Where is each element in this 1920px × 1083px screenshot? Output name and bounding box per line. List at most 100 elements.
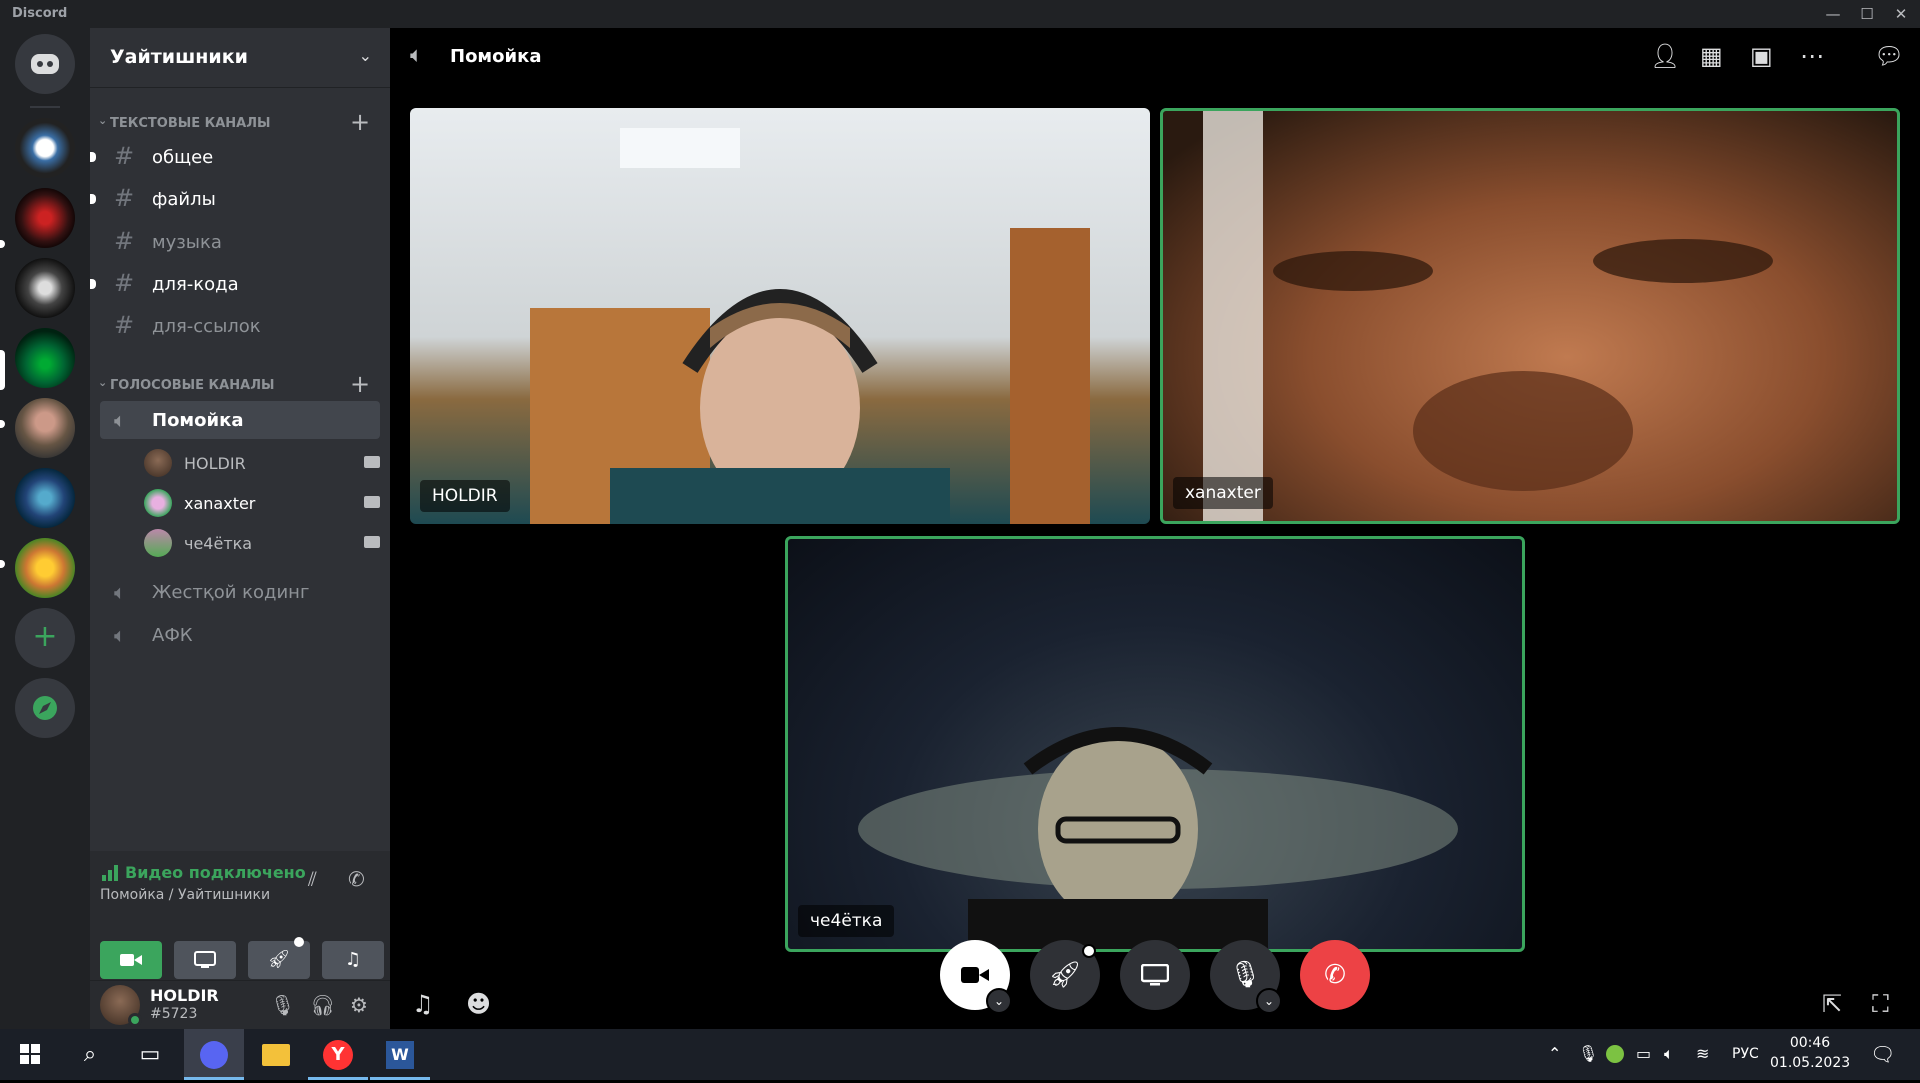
add-server-icon[interactable]: + bbox=[15, 608, 75, 668]
discord-icon bbox=[200, 1041, 228, 1069]
online-status-badge bbox=[128, 1013, 142, 1027]
selected-pill bbox=[0, 350, 5, 390]
search-button[interactable]: ⌕ bbox=[60, 1029, 120, 1080]
notifications-icon[interactable]: 🗨︎ bbox=[1870, 1042, 1895, 1066]
clock[interactable]: 00:46 01.05.2023 bbox=[1770, 1035, 1850, 1071]
app-name: Discord bbox=[12, 6, 68, 21]
collapse-arrow-icon: ⌄ bbox=[98, 114, 108, 127]
camera-icon bbox=[364, 536, 380, 548]
channel-item[interactable]: # для-ссылок bbox=[100, 307, 380, 345]
home-button[interactable] bbox=[15, 34, 75, 94]
explore-button[interactable] bbox=[15, 678, 75, 738]
hash-icon: # bbox=[114, 311, 135, 339]
avatar bbox=[144, 489, 172, 517]
camera-icon bbox=[364, 496, 380, 508]
camera-icon bbox=[120, 954, 142, 966]
disconnect-icon[interactable]: ✆ bbox=[348, 867, 365, 891]
chevron-down-icon: ⌄ bbox=[358, 46, 372, 65]
tile-name-tag: xanaxter bbox=[1173, 477, 1273, 509]
voice-user[interactable]: че4ётка bbox=[144, 524, 380, 560]
channel-item[interactable]: # для-кода bbox=[90, 265, 380, 303]
channel-header: 🔈︎ Помойка 👤︎ ▦ ▣ ⋯ 💬︎ bbox=[390, 28, 1920, 86]
app-tray-icon[interactable] bbox=[1606, 1045, 1624, 1063]
screen-share-button[interactable] bbox=[1120, 940, 1190, 1010]
microphone-button[interactable]: 🎙︎ ⌄ bbox=[1210, 940, 1282, 1014]
unread-indicator bbox=[90, 194, 96, 204]
disconnect-button[interactable]: ✆ bbox=[1300, 940, 1370, 1010]
gear-icon[interactable]: ⚙ bbox=[350, 993, 368, 1017]
video-feed bbox=[1203, 111, 1773, 521]
category-voice[interactable]: ⌄ Голосовые каналы + bbox=[90, 370, 390, 398]
fullscreen-icon[interactable]: ⛶ bbox=[1872, 990, 1889, 1018]
chevron-down-icon[interactable]: ⌄ bbox=[1256, 988, 1282, 1014]
word-icon: W bbox=[386, 1041, 414, 1069]
channel-item[interactable]: # общее bbox=[90, 138, 380, 176]
layout-grid-icon[interactable]: ▦ bbox=[1700, 42, 1723, 70]
screen-share-button[interactable] bbox=[174, 941, 236, 979]
popout-icon[interactable]: ⇱ bbox=[1822, 990, 1842, 1018]
server-icon-2[interactable] bbox=[15, 188, 75, 248]
server-icon-4[interactable] bbox=[15, 328, 75, 388]
add-channel-icon[interactable]: + bbox=[350, 108, 370, 136]
inbox-icon[interactable]: ▣ bbox=[1750, 42, 1773, 70]
camera-toggle-button[interactable]: ⌄ bbox=[940, 940, 1012, 1014]
taskbar-app-yandex[interactable]: Y bbox=[308, 1029, 368, 1080]
microphone-icon[interactable]: 🎙︎ bbox=[270, 993, 295, 1017]
maximize-button[interactable]: ☐ bbox=[1852, 2, 1882, 26]
clock-date: 01.05.2023 bbox=[1770, 1055, 1851, 1071]
soundboard-button[interactable]: ♫ bbox=[322, 941, 384, 979]
headphones-icon[interactable]: 🎧︎ bbox=[310, 993, 335, 1017]
soundboard-icon[interactable]: ♫ bbox=[412, 990, 434, 1018]
taskbar-app-discord[interactable] bbox=[184, 1029, 244, 1080]
emoji-icon[interactable]: ☻ bbox=[466, 990, 491, 1018]
channel-name: файлы bbox=[152, 189, 216, 210]
wifi-icon[interactable]: ≋ bbox=[1696, 1044, 1709, 1063]
category-text[interactable]: ⌄ Текстовые каналы + bbox=[90, 108, 390, 136]
channel-item[interactable]: # файлы bbox=[90, 180, 380, 218]
server-icon-7[interactable] bbox=[15, 538, 75, 598]
video-tile[interactable]: xanaxter bbox=[1160, 108, 1900, 524]
voice-channel[interactable]: 🔈︎ АФК bbox=[100, 616, 380, 654]
camera-button[interactable] bbox=[100, 941, 162, 979]
video-tile[interactable]: HOLDIR bbox=[410, 108, 1150, 524]
microphone-tray-icon[interactable]: 🎙︎ bbox=[1578, 1044, 1598, 1063]
collapse-arrow-icon: ⌄ bbox=[98, 376, 108, 389]
activity-button[interactable]: 🚀︎ bbox=[1030, 940, 1100, 1010]
video-feed bbox=[530, 128, 1090, 524]
server-icon-1[interactable] bbox=[15, 118, 75, 178]
tray-expand-icon[interactable]: ⌃ bbox=[1548, 1044, 1561, 1063]
noise-suppression-icon[interactable]: ⫽ bbox=[308, 867, 317, 891]
server-icon-3[interactable] bbox=[15, 258, 75, 318]
video-tile[interactable]: че4ётка bbox=[785, 536, 1525, 952]
server-icon-6[interactable] bbox=[15, 468, 75, 528]
close-button[interactable]: ✕ bbox=[1886, 2, 1916, 26]
volume-icon[interactable]: 🔈︎ bbox=[1664, 1044, 1674, 1064]
start-button[interactable] bbox=[0, 1029, 60, 1080]
channel-title: Помойка bbox=[450, 46, 542, 67]
channel-name: Жестқой кодинг bbox=[152, 582, 310, 603]
voice-channel[interactable]: 🔈︎ Жестқой кодинг bbox=[100, 573, 380, 611]
activity-button[interactable]: 🚀︎ bbox=[248, 937, 310, 979]
more-options-icon[interactable]: ⋯ bbox=[1800, 42, 1824, 70]
server-rail: + bbox=[0, 28, 90, 1029]
channel-item[interactable]: # музыка bbox=[100, 223, 380, 261]
hash-icon: # bbox=[114, 227, 135, 255]
add-user-icon[interactable]: 👤︎ bbox=[1650, 42, 1680, 70]
taskbar-app-word[interactable]: W bbox=[370, 1029, 430, 1080]
task-view-button[interactable]: ▭ bbox=[120, 1029, 180, 1080]
battery-icon[interactable]: ▭ bbox=[1636, 1044, 1651, 1063]
taskbar-app-explorer[interactable] bbox=[246, 1029, 306, 1080]
unread-pill bbox=[0, 560, 5, 568]
server-icon-5[interactable] bbox=[15, 398, 75, 458]
video-feed bbox=[858, 727, 1458, 949]
minimize-button[interactable]: — bbox=[1818, 2, 1848, 26]
voice-user[interactable]: HOLDIR bbox=[144, 444, 380, 480]
guild-header[interactable]: Уайтишники ⌄ bbox=[90, 28, 390, 88]
chevron-down-icon[interactable]: ⌄ bbox=[986, 988, 1012, 1014]
voice-user[interactable]: xanaxter bbox=[144, 484, 380, 520]
language-indicator[interactable]: РУС bbox=[1732, 1046, 1759, 1062]
voice-channel-active[interactable]: 🔈︎ Помойка bbox=[100, 401, 380, 439]
chat-icon[interactable]: 💬︎ bbox=[1874, 42, 1904, 70]
folder-icon bbox=[262, 1044, 290, 1066]
add-channel-icon[interactable]: + bbox=[350, 370, 370, 398]
